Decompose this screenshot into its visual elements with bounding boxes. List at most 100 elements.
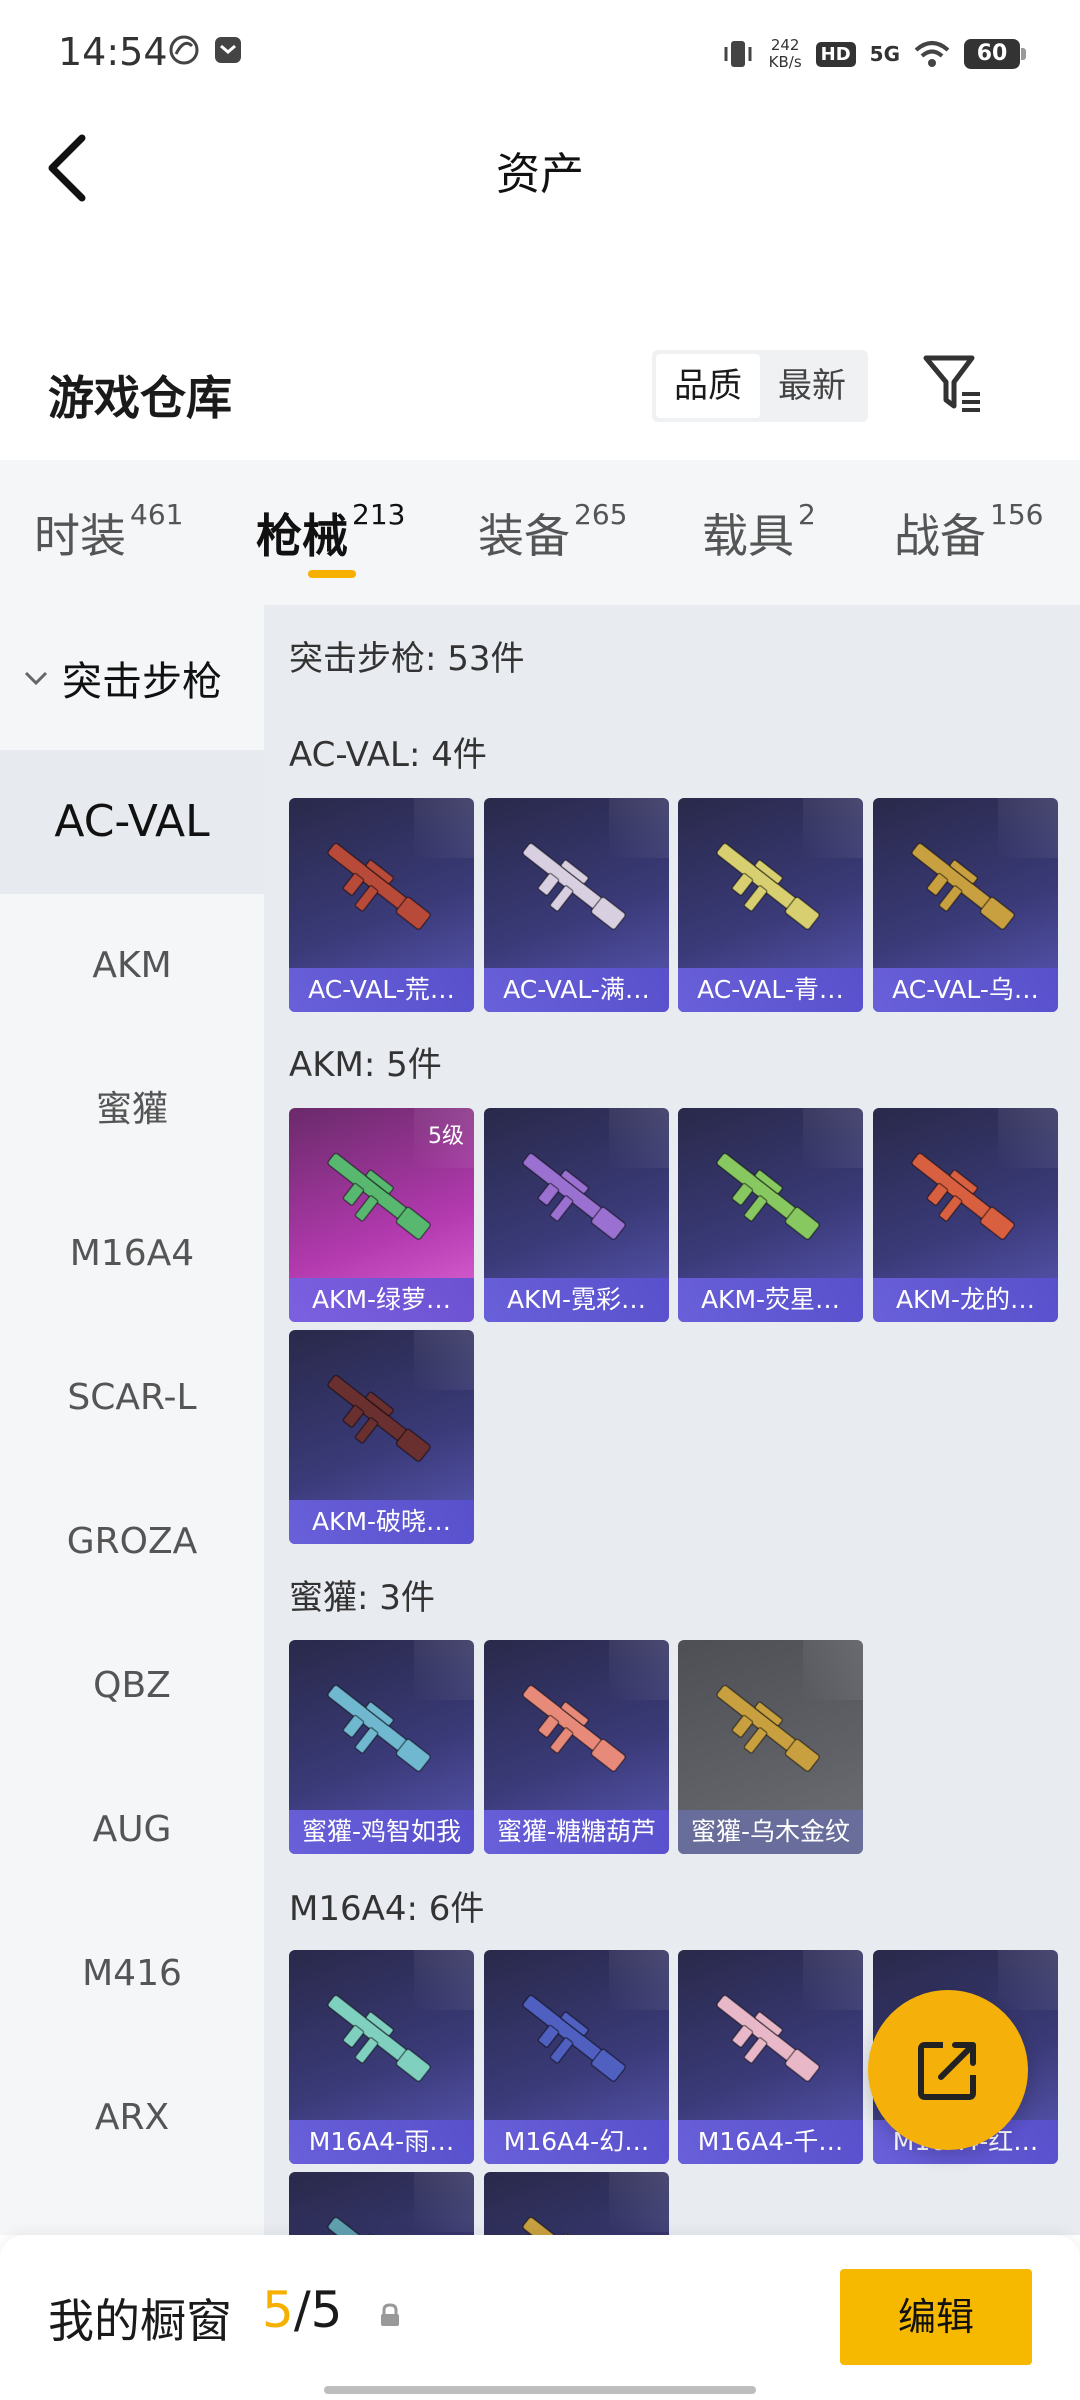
weapon-card[interactable]: M16A4-雨… [289, 1950, 474, 2164]
weapon-card-label: 蜜獾-鸡智如我 [289, 1810, 474, 1854]
gun-icon [716, 1684, 820, 1772]
sidebar-item-m416[interactable]: M416 [0, 1902, 264, 2046]
gun-icon [911, 842, 1015, 930]
network-speed: 242 KB/s [768, 36, 802, 71]
sidebar-item-aug[interactable]: AUG [0, 1758, 264, 1902]
tab-firearms[interactable]: 枪械 213 [256, 498, 405, 566]
gun-icon [327, 1374, 431, 1462]
section-title-m16a4: M16A4: 6件 [289, 1889, 485, 1929]
active-tab-indicator [308, 570, 356, 578]
share-icon [918, 2042, 976, 2100]
category-header[interactable]: 突击步枪 [0, 605, 264, 750]
sidebar-item-ac-val[interactable]: AC-VAL [0, 750, 264, 894]
gun-icon [522, 842, 626, 930]
share-fab[interactable] [868, 1990, 1028, 2150]
edit-button[interactable]: 编辑 [840, 2269, 1032, 2365]
weapon-card-label: 蜜獾-乌木金纹 [678, 1810, 863, 1854]
sidebar-item-m16a4[interactable]: M16A4 [0, 1182, 264, 1326]
weapon-card-label: AC-VAL-满… [484, 968, 669, 1012]
weapon-card[interactable] [289, 2172, 474, 2235]
sidebar-item-scar-l[interactable]: SCAR-L [0, 1326, 264, 1470]
weapon-card-label: AC-VAL-青… [678, 968, 863, 1012]
weapon-card[interactable]: AC-VAL-满… [484, 798, 669, 1012]
tab-vehicles[interactable]: 载具 2 [702, 498, 816, 566]
gun-icon [327, 1684, 431, 1772]
warehouse-title: 游戏仓库 [48, 371, 232, 425]
weapon-card-label: AKM-龙的… [873, 1278, 1058, 1322]
weapon-card[interactable]: 蜜獾-糖糖葫芦 [484, 1640, 669, 1854]
weapon-card[interactable]: AC-VAL-青… [678, 798, 863, 1012]
hd-badge: HD [815, 41, 856, 67]
chevron-down-icon [24, 671, 48, 685]
section-title-honey-badger: 蜜獾: 3件 [289, 1578, 435, 1618]
sort-toggle: 品质 最新 [652, 350, 868, 422]
app-notification-icon [169, 35, 199, 65]
weapon-card-label: M16A4-千… [678, 2120, 863, 2164]
weapon-card-label: AKM-破晓… [289, 1500, 474, 1544]
sidebar-item-groza[interactable]: GROZA [0, 1470, 264, 1614]
lock-icon [381, 2303, 399, 2326]
weapon-card-label: AC-VAL-乌… [873, 968, 1058, 1012]
weapon-card[interactable]: AKM-荧星… [678, 1108, 863, 1322]
weapon-sidebar: 突击步枪 AC-VAL AKM 蜜獾 M16A4 SCAR-L GROZA QB… [0, 605, 264, 2235]
section-title-akm: AKM: 5件 [289, 1045, 442, 1085]
sidebar-item-qbz[interactable]: QBZ [0, 1614, 264, 1758]
gun-icon [911, 1152, 1015, 1240]
weapon-card[interactable]: M16A4-千… [678, 1950, 863, 2164]
weapon-card[interactable]: AC-VAL-乌… [873, 798, 1058, 1012]
gun-icon [327, 842, 431, 930]
weapon-card[interactable] [484, 2172, 669, 2235]
status-bar: 14:54 242 KB/s HD 5G 60 [0, 0, 1080, 108]
sidebar-item-akm[interactable]: AKM [0, 894, 264, 1038]
category-tabs: 时装 461 枪械 213 装备 265 载具 2 战备 156 [0, 460, 1080, 605]
showcase-bar: 我的橱窗 5/5 编辑 [0, 2235, 1080, 2400]
gun-icon [327, 2216, 408, 2235]
gun-icon [522, 1152, 626, 1240]
showcase-title: 我的橱窗 [48, 2294, 232, 2348]
gun-icon [716, 842, 820, 930]
weapon-card[interactable]: AKM-龙的… [873, 1108, 1058, 1322]
section-title-ac-val: AC-VAL: 4件 [289, 735, 487, 775]
status-indicators: 242 KB/s HD 5G 60 [721, 30, 1026, 78]
summary-title: 突击步枪: 53件 [289, 639, 525, 679]
weapon-card[interactable]: 蜜獾-乌木金纹 [678, 1640, 863, 1854]
weapon-card[interactable]: AKM-霓彩… [484, 1108, 669, 1322]
gun-icon [522, 2216, 603, 2235]
gun-icon [716, 1152, 820, 1240]
category-label: 突击步枪 [62, 658, 222, 705]
sidebar-item-arx[interactable]: ARX [0, 2046, 264, 2190]
gun-icon [522, 1994, 626, 2082]
tab-fashion[interactable]: 时装 461 [34, 498, 183, 566]
weapon-card-label: AKM-荧星… [678, 1278, 863, 1322]
weapon-card[interactable]: 蜜獾-鸡智如我 [289, 1640, 474, 1854]
home-indicator[interactable] [324, 2386, 756, 2394]
weapon-card[interactable]: 5级 AKM-绿萝… [289, 1108, 474, 1322]
message-notification-icon [215, 37, 241, 63]
gun-icon [327, 1994, 431, 2082]
page-title: 资产 [496, 149, 584, 200]
battery-icon: 60 [964, 39, 1026, 69]
weapon-card-label: AKM-霓彩… [484, 1278, 669, 1322]
level-badge: 5级 [428, 1124, 464, 1149]
weapon-card[interactable]: M16A4-幻… [484, 1950, 669, 2164]
status-time: 14:54 [58, 30, 168, 74]
weapon-card[interactable]: AKM-破晓… [289, 1330, 474, 1544]
vibrate-icon [724, 41, 752, 67]
tab-equipment[interactable]: 装备 265 [478, 498, 627, 566]
weapon-card[interactable]: AC-VAL-荒… [289, 798, 474, 1012]
weapon-card-label: M16A4-幻… [484, 2120, 669, 2164]
sort-quality-button[interactable]: 品质 [656, 354, 760, 418]
weapon-card-label: 蜜獾-糖糖葫芦 [484, 1810, 669, 1854]
tab-supplies[interactable]: 战备 156 [894, 498, 1043, 566]
network-type: 5G [869, 42, 900, 66]
gun-icon [716, 1994, 820, 2082]
wifi-icon [914, 41, 950, 67]
showcase-count: 5/5 [262, 2281, 343, 2339]
weapon-card-label: AC-VAL-荒… [289, 968, 474, 1012]
filter-icon[interactable] [920, 350, 986, 416]
sidebar-item-honey-badger[interactable]: 蜜獾 [0, 1038, 264, 1182]
sort-newest-button[interactable]: 最新 [760, 354, 864, 418]
weapon-card-label: M16A4-雨… [289, 2120, 474, 2164]
weapon-card-label: AKM-绿萝… [289, 1278, 474, 1322]
gun-icon [522, 1684, 626, 1772]
